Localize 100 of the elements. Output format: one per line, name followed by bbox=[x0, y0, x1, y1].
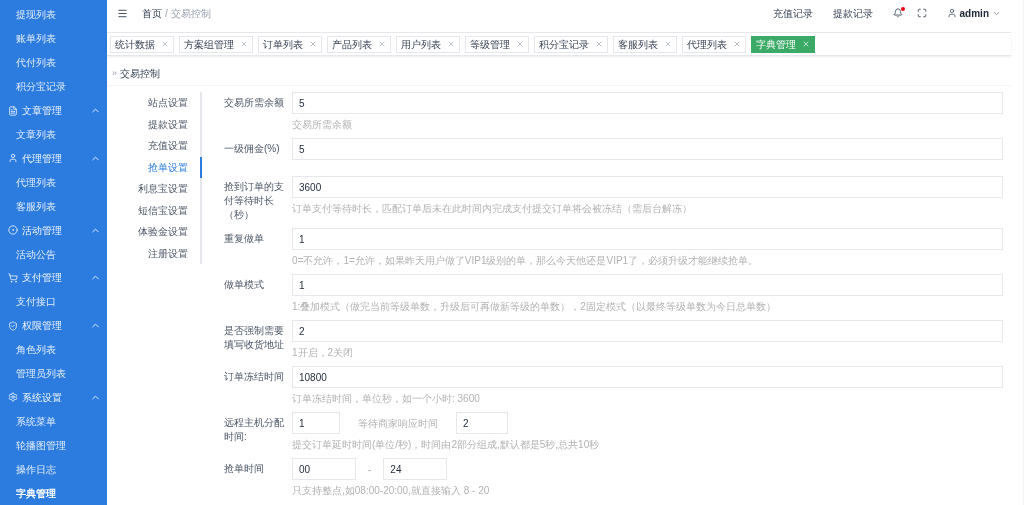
field-label: 做单模式 bbox=[224, 278, 265, 292]
sidebar-item[interactable]: 字典管理 bbox=[0, 481, 107, 505]
field-hint: 交易所需余额 bbox=[292, 118, 353, 132]
sidebar-item[interactable]: 系统菜单 bbox=[0, 409, 107, 434]
circle-icon bbox=[8, 225, 18, 236]
sidebar-group-label: 系统设置 bbox=[22, 390, 63, 405]
settings-nav-item[interactable]: 充值设置 bbox=[107, 135, 202, 157]
input-field[interactable]: 2 bbox=[292, 320, 1003, 342]
settings-icon bbox=[8, 392, 18, 403]
cart-icon bbox=[8, 272, 18, 283]
sidebar-item[interactable]: 支付接口 bbox=[0, 289, 107, 314]
input-field[interactable]: 24 bbox=[383, 458, 448, 480]
tab[interactable]: 订单列表 bbox=[258, 35, 322, 53]
field-label: 远程主机分配时间: bbox=[224, 416, 285, 444]
page-title: 交易控制 bbox=[120, 67, 160, 81]
title-marker: » bbox=[112, 66, 117, 80]
sidebar-item[interactable]: 提现列表 bbox=[0, 3, 107, 27]
field-hint: 1:叠加模式（做完当前等级单数，升级后可再做新等级的单数），2固定模式（以最终等级单数为今日总单数） bbox=[292, 300, 777, 314]
sidebar-group[interactable]: 权限管理 bbox=[0, 313, 107, 338]
settings-nav-item[interactable]: 注册设置 bbox=[107, 242, 202, 264]
user-icon bbox=[8, 153, 18, 164]
sidebar-item[interactable]: 积分宝记录 bbox=[0, 74, 107, 99]
tab[interactable]: 产品列表 bbox=[327, 35, 391, 53]
sidebar-group-label: 权限管理 bbox=[22, 319, 63, 334]
field-hint: 0=不允许，1=允许，如果昨天用户做了VIP1级别的单，那么今天他还是VIP1了，必须升级才能继续抢单。 bbox=[292, 254, 760, 268]
sidebar-item[interactable]: 管理员列表 bbox=[0, 361, 107, 386]
settings-nav-item[interactable]: 体验金设置 bbox=[107, 221, 202, 243]
field-hint: 1开启，2关闭 bbox=[292, 346, 355, 360]
range-separator: - bbox=[368, 462, 372, 477]
breadcrumb-separator: / bbox=[165, 6, 168, 21]
field-label: 订单冻结时间 bbox=[224, 370, 285, 384]
field-hint: 只支持整点,如08:00-20:00,就直接输入 8 - 20 bbox=[292, 484, 491, 498]
tab[interactable]: 积分宝记录 bbox=[534, 35, 608, 53]
sidebar-item[interactable]: 客服列表 bbox=[0, 194, 107, 219]
header-link[interactable]: 充值记录 bbox=[772, 5, 813, 21]
settings-nav-item[interactable]: 利息宝设置 bbox=[107, 178, 202, 200]
sidebar-group[interactable]: 支付管理 bbox=[0, 265, 107, 290]
tab[interactable]: 代理列表 bbox=[682, 35, 746, 53]
header-link[interactable]: 提款记录 bbox=[832, 5, 873, 21]
sidebar-item[interactable]: 文章列表 bbox=[0, 122, 107, 147]
sidebar-item[interactable]: 代理列表 bbox=[0, 170, 107, 195]
settings-nav-item[interactable]: 站点设置 bbox=[107, 92, 202, 114]
field-hint: 提交订单延时时间(单位/秒)，时间由2部分组成,默认都是5秒,总共10秒 bbox=[292, 438, 601, 452]
bell-icon[interactable] bbox=[892, 8, 903, 18]
sidebar-group[interactable]: 代理管理 bbox=[0, 146, 107, 171]
input-field[interactable]: 10800 bbox=[292, 366, 1003, 388]
settings-nav-item[interactable]: 抢单设置 bbox=[107, 156, 202, 178]
input-field[interactable]: 3600 bbox=[292, 176, 1003, 198]
field-label: 抢到订单的支付等待时长（秒） bbox=[224, 180, 285, 222]
sidebar-group-label: 文章管理 bbox=[22, 104, 63, 119]
close-icon[interactable] bbox=[378, 40, 386, 48]
tab[interactable]: 客服列表 bbox=[613, 35, 677, 53]
input-field[interactable]: 1 bbox=[292, 274, 1003, 296]
document-icon bbox=[8, 105, 18, 116]
close-icon[interactable] bbox=[664, 40, 672, 48]
sidebar-group-label: 活动管理 bbox=[22, 223, 63, 238]
input-field[interactable]: 2 bbox=[456, 412, 508, 434]
sidebar-item[interactable]: 活动公告 bbox=[0, 242, 107, 266]
tab[interactable]: 等级管理 bbox=[465, 35, 529, 53]
input-field[interactable]: 5 bbox=[292, 92, 1003, 114]
sidebar-group-label: 支付管理 bbox=[22, 271, 63, 286]
close-icon[interactable] bbox=[309, 40, 317, 48]
input-field[interactable]: 5 bbox=[292, 138, 1003, 160]
close-icon[interactable] bbox=[447, 40, 455, 48]
sidebar-group[interactable]: 活动管理 bbox=[0, 218, 107, 243]
tab[interactable]: 方案组管理 bbox=[179, 35, 253, 53]
sidebar-group[interactable]: 系统设置 bbox=[0, 385, 107, 410]
sidebar-item[interactable]: 轮播图管理 bbox=[0, 433, 107, 458]
field-label: 是否强制需要填写收货地址 bbox=[224, 324, 285, 352]
sidebar-item[interactable]: 账单列表 bbox=[0, 26, 107, 51]
sidebar-group-label: 代理管理 bbox=[22, 151, 63, 166]
sidebar-group[interactable]: 文章管理 bbox=[0, 98, 107, 123]
field-label: 等待商家响应时间 bbox=[358, 416, 438, 431]
input-field[interactable]: 1 bbox=[292, 228, 1003, 250]
input-field[interactable]: 00 bbox=[292, 458, 356, 480]
breadcrumb-current: 交易控制 bbox=[170, 6, 211, 21]
user-icon bbox=[946, 8, 957, 18]
settings-nav-item[interactable]: 提款设置 bbox=[107, 113, 202, 135]
field-hint: 订单支付等待时长，匹配订单后未在此时间内完成支付提交订单将会被冻结（需后台解冻） bbox=[292, 202, 693, 216]
menu-icon[interactable] bbox=[117, 7, 128, 19]
sidebar-item[interactable]: 角色列表 bbox=[0, 337, 107, 362]
sidebar-item[interactable]: 操作日志 bbox=[0, 457, 107, 482]
shield-check-icon bbox=[8, 320, 18, 331]
user-menu[interactable]: admin bbox=[946, 5, 1001, 21]
close-icon[interactable] bbox=[240, 40, 248, 48]
breadcrumb-home[interactable]: 首页 bbox=[142, 5, 162, 21]
field-label: 重复做单 bbox=[224, 232, 265, 246]
field-label: 交易所需余额 bbox=[224, 96, 285, 110]
field-label: 一级佣金(%) bbox=[224, 142, 281, 156]
close-icon[interactable] bbox=[516, 40, 524, 48]
close-icon[interactable] bbox=[595, 40, 603, 48]
close-icon[interactable] bbox=[161, 40, 169, 48]
fullscreen-icon[interactable] bbox=[916, 8, 927, 18]
close-icon[interactable] bbox=[733, 40, 741, 48]
tab[interactable]: 统计数据 bbox=[110, 35, 174, 53]
sidebar-item[interactable]: 代付列表 bbox=[0, 50, 107, 75]
input-field[interactable]: 1 bbox=[292, 412, 340, 434]
settings-nav-item[interactable]: 短信宝设置 bbox=[107, 199, 202, 221]
field-label: 抢单时间 bbox=[224, 462, 265, 476]
tab[interactable]: 用户列表 bbox=[396, 35, 460, 53]
